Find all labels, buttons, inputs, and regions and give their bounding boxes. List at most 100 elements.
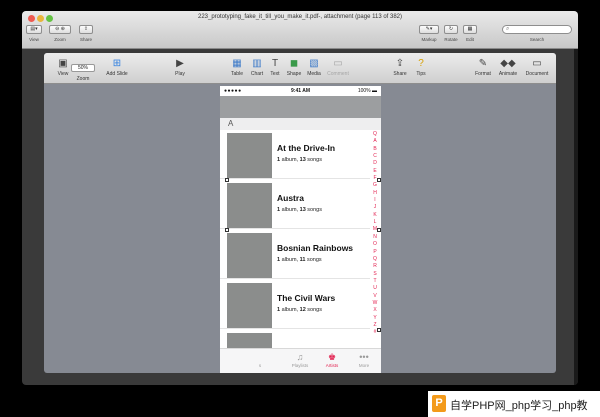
- tab-bar: s ♫ Playlists ♚ Artists ••• More: [220, 348, 381, 373]
- media-button[interactable]: ▧ Media: [302, 56, 326, 82]
- window-title: 223_prototyping_fake_it_till_you_make_it…: [197, 14, 403, 20]
- index-letter[interactable]: R: [370, 263, 380, 270]
- index-letter[interactable]: M: [370, 226, 380, 233]
- tab-more-label: More: [358, 363, 370, 368]
- format-button[interactable]: ✎ Format: [471, 56, 495, 82]
- keynote-window: ▣ View 50% Zoom ⊞ Add Slide ▶ Play ▦ Tab…: [44, 53, 556, 373]
- comment-button[interactable]: ▭ Comment: [324, 56, 352, 82]
- selection-handle[interactable]: [225, 178, 229, 182]
- index-letter[interactable]: B: [370, 146, 380, 153]
- artist-row[interactable]: At the Drive-In 1 album, 13 songs: [220, 130, 370, 179]
- artist-details: 1 album, 13 songs: [277, 207, 322, 213]
- tab-partial[interactable]: s: [250, 351, 270, 368]
- index-letter[interactable]: U: [370, 285, 380, 292]
- zoom-select[interactable]: 50%: [71, 64, 95, 72]
- play-label: Play: [175, 71, 185, 77]
- artist-row[interactable]: Bosnian Rainbows 1 album, 11 songs: [220, 230, 370, 279]
- markup-button[interactable]: ✎▾: [419, 25, 439, 34]
- view-menu-button[interactable]: ▤▾: [26, 25, 42, 34]
- index-letter[interactable]: K: [370, 212, 380, 219]
- search-field[interactable]: ⌕: [502, 25, 572, 34]
- index-letter[interactable]: I: [370, 197, 380, 204]
- index-letter[interactable]: G: [370, 182, 380, 189]
- playlist-icon: ♫: [296, 352, 304, 362]
- artist-thumbnail: [227, 233, 272, 278]
- document-label: Document: [525, 71, 549, 77]
- edit-button[interactable]: ▦: [463, 25, 477, 34]
- close-window-button[interactable]: [28, 15, 35, 22]
- tab-partial-label: s: [258, 363, 262, 368]
- share-button[interactable]: ⇪: [79, 25, 93, 34]
- artist-details: 1 album, 13 songs: [277, 157, 322, 163]
- index-letter[interactable]: Y: [370, 315, 380, 322]
- tips-button[interactable]: ? Tips: [409, 56, 433, 82]
- artist-name: At the Drive-In: [277, 143, 336, 153]
- artist-row[interactable]: Austra 1 album, 13 songs: [220, 180, 370, 229]
- index-letter[interactable]: D: [370, 160, 380, 167]
- battery-indicator: 100% ▬: [357, 88, 377, 94]
- watermark-text: 自学PHP网_php学习_php教: [450, 400, 588, 412]
- tips-icon: ?: [418, 58, 424, 69]
- minimize-window-button[interactable]: [37, 15, 44, 22]
- index-letter[interactable]: E: [370, 168, 380, 175]
- status-bar: ●●●●● 9:41 AM 100% ▬: [220, 86, 381, 96]
- artist-name: Bosnian Rainbows: [277, 243, 354, 253]
- keynote-zoom-control[interactable]: 50% Zoom: [68, 56, 98, 82]
- index-letter[interactable]: H: [370, 190, 380, 197]
- index-letter[interactable]: #: [370, 329, 380, 336]
- tab-artists[interactable]: ♚ Artists: [317, 351, 347, 368]
- markup-label: Markup: [421, 37, 437, 42]
- tips-label: Tips: [416, 71, 426, 77]
- animate-button[interactable]: ◆◆ Animate: [494, 56, 522, 82]
- artists-icon: ♚: [327, 352, 337, 362]
- add-slide-button[interactable]: ⊞ Add Slide: [102, 56, 132, 82]
- index-letter[interactable]: Z: [370, 322, 380, 329]
- alphabet-index[interactable]: Q A B C D E F G H I J K L M N O P Q R S T U V W X Y Z #: [370, 131, 380, 337]
- preview-scrollbar[interactable]: [574, 49, 578, 385]
- search-label: Search: [529, 37, 545, 42]
- battery-percent: 100%: [357, 88, 371, 94]
- artist-thumbnail: [227, 183, 272, 228]
- tab-more[interactable]: ••• More: [349, 351, 379, 368]
- section-header: A: [220, 118, 381, 130]
- edit-label: Edit: [466, 37, 474, 42]
- index-letter[interactable]: Q: [370, 256, 380, 263]
- index-letter[interactable]: Q: [370, 131, 380, 138]
- index-letter[interactable]: X: [370, 307, 380, 314]
- index-letter[interactable]: W: [370, 300, 380, 307]
- index-letter[interactable]: N: [370, 234, 380, 241]
- index-letter[interactable]: O: [370, 241, 380, 248]
- comment-icon: ▭: [333, 58, 343, 69]
- index-letter[interactable]: A: [370, 138, 380, 145]
- add-slide-label: Add Slide: [106, 71, 128, 77]
- index-letter[interactable]: L: [370, 219, 380, 226]
- index-letter[interactable]: S: [370, 271, 380, 278]
- selection-handle[interactable]: [225, 228, 229, 232]
- document-button[interactable]: ▭ Document: [521, 56, 553, 82]
- index-letter[interactable]: C: [370, 153, 380, 160]
- tab-partial-icon: [250, 351, 270, 363]
- media-label: Media: [307, 71, 321, 77]
- index-letter[interactable]: J: [370, 204, 380, 211]
- keynote-zoom-label: Zoom: [76, 76, 90, 82]
- artist-details: 1 album, 12 songs: [277, 307, 322, 313]
- index-letter[interactable]: F: [370, 175, 380, 182]
- index-letter[interactable]: T: [370, 278, 380, 285]
- tab-artists-label: Artists: [325, 363, 339, 368]
- watermark: P 自学PHP网_php学习_php教: [428, 391, 600, 417]
- tab-playlists[interactable]: ♫ Playlists: [285, 351, 315, 368]
- index-letter[interactable]: P: [370, 249, 380, 256]
- maximize-window-button[interactable]: [46, 15, 53, 22]
- play-icon: ▶: [176, 58, 184, 69]
- play-button[interactable]: ▶ Play: [165, 56, 195, 82]
- animate-icon: ◆◆: [500, 58, 516, 69]
- artist-row[interactable]: The Civil Wars 1 album, 12 songs: [220, 280, 370, 329]
- rotate-button[interactable]: ↻: [444, 25, 458, 34]
- screen: 223_prototyping_fake_it_till_you_make_it…: [0, 0, 600, 417]
- zoom-buttons[interactable]: ⊖ ⊕: [49, 25, 71, 34]
- keynote-toolbar: ▣ View 50% Zoom ⊞ Add Slide ▶ Play ▦ Tab…: [44, 53, 556, 84]
- iphone-screen-mockup: ●●●●● 9:41 AM 100% ▬ A At the Drive-In 1…: [220, 86, 381, 373]
- index-letter[interactable]: V: [370, 293, 380, 300]
- artist-details: 1 album, 11 songs: [277, 257, 322, 263]
- more-icon: •••: [359, 352, 369, 362]
